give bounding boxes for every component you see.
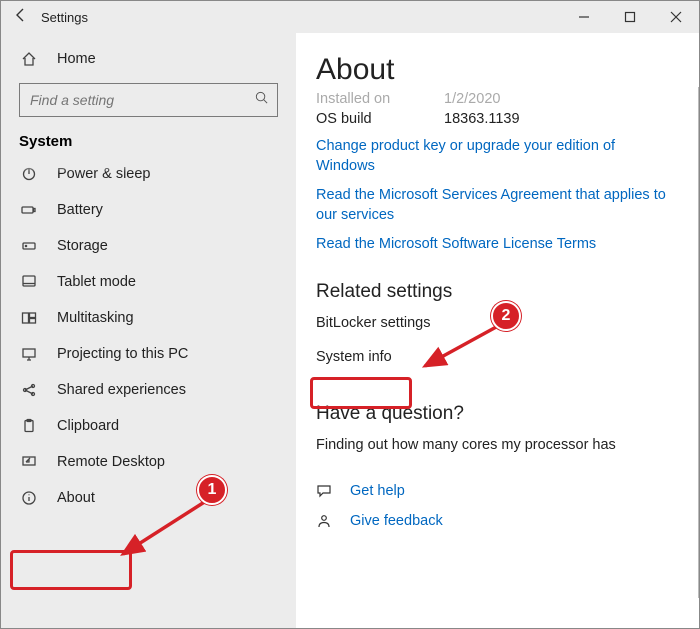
sidebar-item-shared-experiences[interactable]: Shared experiences [1, 372, 296, 408]
sidebar-item-battery[interactable]: Battery [1, 192, 296, 228]
close-button[interactable] [653, 1, 699, 33]
clipboard-icon [19, 416, 39, 436]
sidebar-item-clipboard[interactable]: Clipboard [1, 408, 296, 444]
sidebar-home-label: Home [57, 51, 96, 67]
sidebar-item-label: Storage [57, 238, 108, 254]
home-icon [19, 49, 39, 69]
sidebar-item-tablet-mode[interactable]: Tablet mode [1, 264, 296, 300]
sidebar-item-multitasking[interactable]: Multitasking [1, 300, 296, 336]
sidebar-item-label: Battery [57, 202, 103, 218]
sidebar-item-label: Remote Desktop [57, 454, 165, 470]
scrollbar-track[interactable] [698, 87, 699, 598]
license-terms-link[interactable]: Read the Microsoft Software License Term… [316, 235, 671, 255]
page-title: About [316, 53, 671, 87]
os-build-label: OS build [316, 111, 444, 127]
share-icon [19, 380, 39, 400]
info-icon [19, 488, 39, 508]
search-box[interactable] [19, 83, 278, 117]
sidebar-category: System [1, 129, 296, 160]
related-settings-heading: Related settings [316, 281, 671, 303]
storage-icon [19, 236, 39, 256]
installed-on-value: 1/2/2020 [444, 91, 500, 107]
change-product-key-link[interactable]: Change product key or upgrade your editi… [316, 137, 671, 176]
multitasking-icon [19, 308, 39, 328]
settings-window: Settings Home Sy [0, 0, 700, 629]
tablet-icon [19, 272, 39, 292]
os-build-value: 18363.1139 [444, 111, 520, 127]
installed-on-row: Installed on 1/2/2020 [316, 91, 671, 107]
chat-icon [316, 483, 338, 499]
sidebar-item-power-sleep[interactable]: Power & sleep [1, 160, 296, 192]
question-heading: Have a question? [316, 403, 671, 425]
sidebar-nav-list: Power & sleep Battery Storage Tablet mod… [1, 160, 296, 590]
sidebar-item-label: Clipboard [57, 418, 119, 434]
sidebar-item-label: Power & sleep [57, 166, 151, 182]
os-build-row: OS build 18363.1139 [316, 111, 671, 127]
search-input[interactable] [28, 91, 254, 109]
bitlocker-link[interactable]: BitLocker settings [316, 315, 671, 331]
system-info-link[interactable]: System info [316, 349, 671, 365]
content-pane: About Installed on 1/2/2020 OS build 183… [296, 33, 699, 628]
sidebar-item-projecting[interactable]: Projecting to this PC [1, 336, 296, 372]
sidebar-item-label: Tablet mode [57, 274, 136, 290]
sidebar-item-label: Projecting to this PC [57, 346, 188, 362]
installed-on-label: Installed on [316, 91, 444, 107]
window-title: Settings [41, 10, 88, 25]
maximize-button[interactable] [607, 1, 653, 33]
projecting-icon [19, 344, 39, 364]
minimize-button[interactable] [561, 1, 607, 33]
sidebar-item-about[interactable]: About [1, 480, 296, 516]
sidebar-item-label: About [57, 490, 95, 506]
give-feedback-label: Give feedback [350, 513, 443, 529]
sidebar: Home System Power & sleep Battery [1, 33, 296, 628]
remote-desktop-icon [19, 452, 39, 472]
sidebar-item-storage[interactable]: Storage [1, 228, 296, 264]
sidebar-item-label: Shared experiences [57, 382, 186, 398]
sidebar-item-remote-desktop[interactable]: Remote Desktop [1, 444, 296, 480]
sidebar-item-label: Multitasking [57, 310, 134, 326]
feedback-icon [316, 513, 338, 529]
battery-icon [19, 200, 39, 220]
power-icon [19, 164, 39, 184]
get-help-label: Get help [350, 483, 405, 499]
get-help-row[interactable]: Get help [316, 483, 671, 499]
cores-help-link[interactable]: Finding out how many cores my processor … [316, 437, 671, 453]
sidebar-home[interactable]: Home [1, 41, 296, 77]
search-icon [254, 90, 269, 110]
titlebar: Settings [1, 1, 699, 33]
services-agreement-link[interactable]: Read the Microsoft Services Agreement th… [316, 186, 671, 225]
back-button[interactable] [1, 7, 41, 28]
give-feedback-row[interactable]: Give feedback [316, 513, 671, 529]
